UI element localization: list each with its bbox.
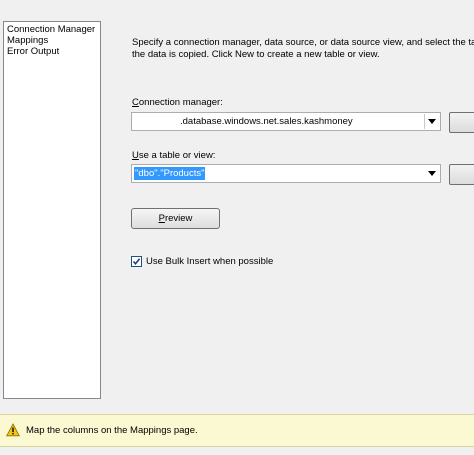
table-view-value: "dbo"."Products"	[134, 167, 206, 180]
connection-dropdown-button[interactable]	[424, 114, 439, 129]
redacted-area	[133, 114, 177, 129]
status-message: Map the columns on the Mappings page.	[26, 425, 198, 436]
chevron-down-icon	[428, 119, 436, 124]
bottom-strip	[0, 447, 474, 455]
warning-icon	[6, 423, 20, 437]
connection-manager-dropdown[interactable]: .database.windows.net.sales.kashmoney	[131, 112, 441, 131]
table-view-label-mnemonic: U	[132, 150, 139, 161]
table-dropdown-button[interactable]	[425, 166, 439, 181]
checkmark-icon	[132, 258, 141, 266]
description-line-1: Specify a connection manager, data sourc…	[132, 37, 474, 48]
description-line-2: the data is copied. Click New to create …	[132, 49, 380, 60]
table-view-dropdown[interactable]: "dbo"."Products"	[131, 164, 441, 183]
nav-item-mappings[interactable]: Mappings	[7, 35, 100, 46]
status-bar: Map the columns on the Mappings page.	[0, 414, 474, 447]
nav-item-error-output[interactable]: Error Output	[7, 46, 100, 57]
preview-button-label: review	[164, 213, 193, 224]
navigation-list: Connection Manager Mappings Error Output	[3, 21, 101, 399]
table-view-label: Use a table or view:	[132, 150, 215, 162]
table-view-label-text: se a table or view:	[138, 150, 216, 161]
new-table-button[interactable]	[449, 164, 474, 185]
connection-manager-value: .database.windows.net.sales.kashmoney	[180, 116, 353, 127]
connection-manager-label-mnemonic: C	[132, 97, 139, 108]
bulk-insert-label[interactable]: Use Bulk Insert when possible	[146, 256, 273, 267]
bulk-insert-checkbox[interactable]	[131, 256, 142, 267]
preview-button[interactable]: Preview	[131, 208, 220, 229]
description-text: Specify a connection manager, data sourc…	[132, 37, 474, 61]
connection-manager-label-text: onnection manager:	[138, 97, 223, 108]
nav-item-connection-manager[interactable]: Connection Manager	[7, 24, 100, 35]
chevron-down-icon	[428, 171, 436, 176]
connection-manager-label: Connection manager:	[132, 97, 223, 109]
new-connection-button[interactable]	[449, 112, 474, 133]
